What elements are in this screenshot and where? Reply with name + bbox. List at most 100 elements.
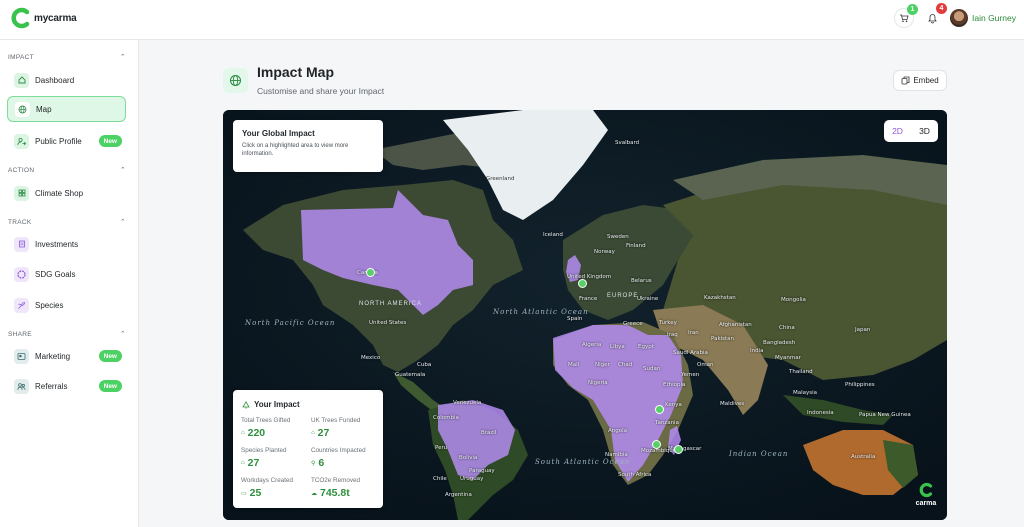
place-label: Myanmar [775,355,801,361]
view-toggle: 2D 3D [884,120,938,142]
carma-logo-icon [919,482,933,498]
new-badge: New [98,380,122,392]
place-label: Japan [855,327,871,333]
copy-icon [901,76,910,85]
stat-label: Species Planted [241,447,287,454]
sidebar-item-sdg-goals[interactable]: SDG Goals [7,261,126,287]
impact-map[interactable]: North Pacific Ocean North Atlantic Ocean… [223,110,947,520]
place-label: Oman [697,362,714,368]
stat-label: Countries Impacted [311,447,366,454]
page-title: Impact Map [257,64,335,80]
impact-marker-kenya[interactable] [655,405,664,414]
section-impact[interactable]: IMPACT ⌃ [8,54,126,61]
place-label: Maldives [720,401,745,407]
place-label: Angola [608,428,628,434]
place-label: Thailand [789,369,813,375]
sidebar-item-species[interactable]: Species [7,292,126,318]
place-label: Mongolia [781,297,806,303]
section-label: IMPACT [8,54,34,61]
place-label: Turkey [659,320,677,326]
section-share[interactable]: SHARE ⌃ [8,331,126,338]
sidebar-item-label: Investments [35,239,79,249]
chevron-up-icon: ⌃ [119,331,126,338]
sidebar-item-map[interactable]: Map [7,96,126,122]
sdg-icon [14,266,29,282]
your-impact-card: Your Impact Total Trees Gifted ⌂ 220 UK T… [233,390,383,508]
stat-uk-trees: UK Trees Funded ⌂ 27 [311,417,360,439]
stat-workdays-created: Workdays Created ▭ 25 [241,477,293,499]
sidebar-item-dashboard[interactable]: Dashboard [7,67,126,93]
region-label: NORTH AMERICA [359,301,422,307]
place-label: Sudan [643,366,661,372]
place-label: Iceland [543,232,563,238]
place-label: Mexico [361,355,381,361]
marketing-icon [14,348,29,364]
stat-value: 6 [318,457,325,469]
global-impact-text: Click on a highlighted area to view more… [242,143,349,157]
user-share-icon [14,133,29,149]
place-label: Philippines [845,382,875,388]
section-track[interactable]: TRACK ⌃ [8,219,126,226]
impact-marker-canada[interactable] [366,268,375,277]
place-label: Ethiopia [663,382,686,388]
place-label: United States [369,320,407,326]
place-label: Mozambique [641,448,677,454]
globe-icon [15,101,30,117]
toggle-2d[interactable]: 2D [892,126,903,136]
place-label: Greece [623,321,643,327]
sidebar-item-label: Climate Shop [35,188,84,198]
stat-tco2e-removed: TCO2e Removed ☁ 745.8t [311,477,360,499]
calendar-icon: ▭ [241,490,247,497]
place-label: Chile [433,476,447,482]
place-label: Australia [851,454,876,460]
notifications-button[interactable]: 4 [922,3,947,28]
ocean-label: South Atlantic Ocean [535,458,631,466]
cart-button[interactable]: 1 [894,4,918,28]
chevron-up-icon: ⌃ [119,219,126,226]
user-menu[interactable]: Iain Gurney [950,9,1016,27]
stat-species-planted: Species Planted ⌂ 27 [241,447,287,469]
sidebar-item-label: Species [35,300,64,310]
section-action[interactable]: ACTION ⌃ [8,167,126,174]
impact-marker-uk[interactable] [578,279,587,288]
ocean-label: Indian Ocean [729,450,789,458]
brand-logo[interactable]: mycarma [10,7,77,29]
impact-marker-madagascar[interactable] [674,445,683,454]
place-label: India [750,348,764,354]
place-label: Kenya [665,402,682,408]
place-label: Nigeria [588,380,608,386]
place-label: Algeria [582,342,602,348]
place-label: Guatemala [395,372,426,378]
place-label: Svalbard [615,140,640,146]
notification-badge: 4 [936,3,947,14]
impact-marker-mozambique[interactable] [652,440,661,449]
place-label: Colombia [433,415,459,421]
place-label: Afghanistan [719,322,752,328]
place-label: Paraguay [469,468,495,474]
tree-icon [242,400,250,409]
embed-label: Embed [913,76,939,85]
new-badge: New [98,350,122,362]
place-label: Sweden [607,234,629,240]
sidebar-item-referrals[interactable]: Referrals New [7,373,126,399]
brand-name: mycarma [34,12,77,24]
sidebar-item-public-profile[interactable]: Public Profile New [7,128,126,154]
place-label: Papua New Guinea [859,412,911,418]
cart-badge: 1 [907,4,918,15]
toggle-3d[interactable]: 3D [919,126,930,136]
section-label: ACTION [8,167,35,174]
stat-value: 25 [249,487,262,499]
sidebar-item-label: Marketing [35,351,71,361]
referrals-icon [14,378,29,394]
ocean-label: North Pacific Ocean [245,319,336,327]
pin-icon: ⚲ [311,460,316,467]
stat-value: 27 [317,427,330,439]
embed-button[interactable]: Embed [893,70,947,91]
chevron-up-icon: ⌃ [119,167,126,174]
sidebar-item-marketing[interactable]: Marketing New [7,343,126,369]
avatar [950,9,968,27]
sidebar-item-climate-shop[interactable]: Climate Shop [7,180,126,206]
sidebar-item-label: Dashboard [35,75,75,85]
sidebar-item-investments[interactable]: Investments [7,231,126,257]
place-label: Egypt [638,344,654,350]
